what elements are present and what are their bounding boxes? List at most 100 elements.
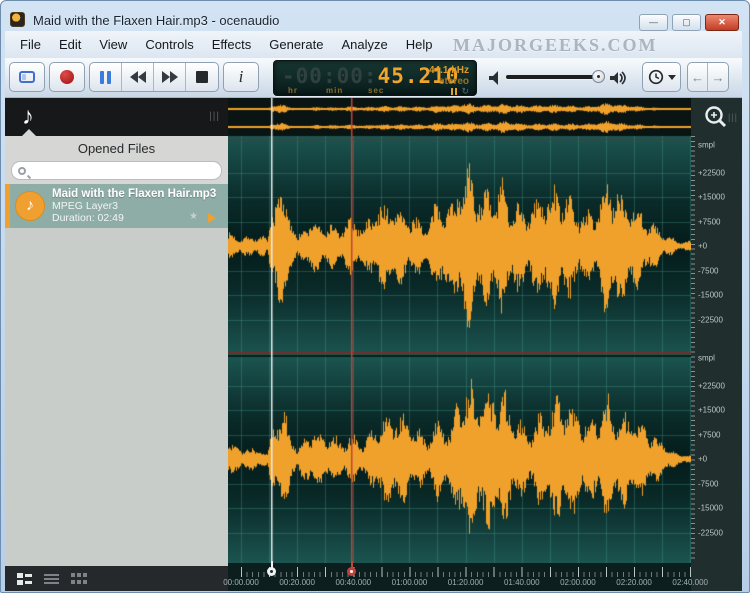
axis-value-label: +7500 xyxy=(698,430,720,439)
hr-label: hr xyxy=(288,86,326,95)
info-icon: i xyxy=(239,67,244,87)
rewind-button[interactable] xyxy=(122,63,154,91)
favorite-star-icon[interactable]: ★ xyxy=(189,211,198,222)
waveform-editor: ||| smpl +22500 +15000 +7500 +0 -7500 -15000 -2… xyxy=(228,98,742,591)
volume-knob[interactable] xyxy=(592,70,605,83)
file-playing-icon xyxy=(208,213,216,223)
toolbar: i -00:00:45.210 hrminsec 44.1 kHz stereo… xyxy=(5,58,742,98)
axis-value-label: +0 xyxy=(698,242,707,251)
axis-value-label: -7500 xyxy=(698,479,718,488)
dropdown-caret-icon xyxy=(668,75,676,80)
zoom-icon[interactable] xyxy=(703,104,729,130)
time-minutes: 00 xyxy=(337,64,364,88)
menu-analyze[interactable]: Analyze xyxy=(332,33,396,56)
sample-rate: 44.1 kHz xyxy=(429,65,469,76)
view-details-button[interactable] xyxy=(17,573,32,585)
amplitude-axis: ||| smpl +22500 +15000 +7500 +0 -7500 -15000 -2… xyxy=(691,98,742,591)
stop-button[interactable] xyxy=(186,63,218,91)
playhead-pin[interactable] xyxy=(347,561,356,577)
axis-unit-label: smpl xyxy=(698,141,715,150)
axis-value-label: +7500 xyxy=(698,217,720,226)
forward-icon xyxy=(162,71,170,83)
maximize-button[interactable]: ▢ xyxy=(672,14,701,31)
axis-drag-handle[interactable]: ||| xyxy=(728,112,738,122)
sec-label: sec xyxy=(368,86,408,95)
window-title: Maid with the Flaxen Hair.mp3 - ocenaudi… xyxy=(33,13,279,28)
nav-forward-button[interactable]: → xyxy=(708,63,728,91)
sidebar-drag-handle[interactable]: ||| xyxy=(209,111,220,122)
file-title: Maid with the Flaxen Hair.mp3 xyxy=(52,188,228,200)
sidebar-tabbar: ♪ ||| xyxy=(5,98,228,136)
view-grid-button[interactable] xyxy=(71,573,87,585)
audio-file-icon: ♪ xyxy=(15,191,45,221)
timeline-label: 02:20.000 xyxy=(616,578,652,587)
panel-title: Opened Files xyxy=(5,136,228,161)
minimize-button[interactable]: — xyxy=(639,14,668,31)
timeline-label: 00:00.000 xyxy=(223,578,259,587)
watermark: MAJORGEEKS.COM xyxy=(453,35,658,56)
ruler-minor-ticks xyxy=(241,572,691,577)
axis-value-label: -15000 xyxy=(698,291,723,300)
time-hours: 00 xyxy=(296,64,323,88)
menu-generate[interactable]: Generate xyxy=(260,33,332,56)
menu-help[interactable]: Help xyxy=(397,33,442,56)
time-display: -00:00:45.210 hrminsec 44.1 kHz stereo ↻ xyxy=(273,60,477,96)
clock-icon xyxy=(648,69,664,85)
app-window: Maid with the Flaxen Hair.mp3 - ocenaudi… xyxy=(0,0,750,593)
forward-icon xyxy=(170,71,178,83)
menu-file[interactable]: File xyxy=(11,33,50,56)
waveform-view[interactable] xyxy=(228,98,691,563)
axis-value-label: -15000 xyxy=(698,504,723,513)
record-button[interactable] xyxy=(49,62,85,92)
paused-status-icon xyxy=(451,88,457,95)
sidebar-statusbar xyxy=(5,566,228,591)
info-button[interactable]: i xyxy=(223,62,259,92)
timeline-label: 01:00.000 xyxy=(392,578,428,587)
menu-edit[interactable]: Edit xyxy=(50,33,90,56)
menu-controls[interactable]: Controls xyxy=(136,33,202,56)
search-input[interactable] xyxy=(26,163,221,178)
record-icon xyxy=(60,70,74,84)
file-list-item[interactable]: ♪ Maid with the Flaxen Hair.mp3 MPEG Lay… xyxy=(5,184,228,228)
pause-button[interactable] xyxy=(90,63,122,91)
timeline-ruler[interactable]: 00:00.00000:20.00000:40.00001:00.00001:2… xyxy=(228,563,691,591)
search-box[interactable] xyxy=(11,161,222,180)
forward-button[interactable] xyxy=(154,63,186,91)
sidebar-icon xyxy=(19,71,35,83)
app-icon xyxy=(10,12,25,27)
search-icon xyxy=(18,167,26,175)
rewind-icon xyxy=(130,71,138,83)
duration-menu-button[interactable] xyxy=(642,62,681,92)
volume-max-icon xyxy=(609,70,629,86)
timeline-label: 02:00.000 xyxy=(560,578,596,587)
menu-view[interactable]: View xyxy=(90,33,136,56)
menubar: FileEditViewControlsEffectsGenerateAnaly… xyxy=(5,31,742,58)
axis-value-label: +22500 xyxy=(698,168,725,177)
tab-pointer xyxy=(22,129,36,136)
view-list-button[interactable] xyxy=(44,573,59,585)
timeline-label: 00:20.000 xyxy=(279,578,315,587)
titlebar[interactable]: Maid with the Flaxen Hair.mp3 - ocenaudi… xyxy=(1,1,749,31)
volume-min-icon xyxy=(488,70,502,86)
axis-value-label: -7500 xyxy=(698,266,718,275)
time-sign: - xyxy=(282,64,296,88)
axis-unit-label: smpl xyxy=(698,354,715,363)
min-label: min xyxy=(326,86,368,95)
timeline-label: 02:40.000 xyxy=(672,578,708,587)
nav-back-button[interactable]: ← xyxy=(688,63,708,91)
close-button[interactable]: ✕ xyxy=(705,14,739,31)
cursor-pin[interactable] xyxy=(267,561,276,577)
volume-slider[interactable] xyxy=(506,75,602,79)
axis-value-label: +0 xyxy=(698,455,707,464)
file-list: ♪ Maid with the Flaxen Hair.mp3 MPEG Lay… xyxy=(5,184,228,566)
sidebar: ♪ ||| Opened Files ♪ Maid with the Flaxe… xyxy=(5,98,228,591)
toggle-sidebar-button[interactable] xyxy=(9,62,45,92)
timeline-label: 01:40.000 xyxy=(504,578,540,587)
timeline-label: 00:40.000 xyxy=(336,578,372,587)
file-format: MPEG Layer3 xyxy=(52,200,228,212)
menu-effects[interactable]: Effects xyxy=(203,33,261,56)
loop-icon: ↻ xyxy=(461,88,469,95)
stop-icon xyxy=(196,71,208,83)
axis-value-label: -22500 xyxy=(698,528,723,537)
axis-value-label: +15000 xyxy=(698,193,725,202)
